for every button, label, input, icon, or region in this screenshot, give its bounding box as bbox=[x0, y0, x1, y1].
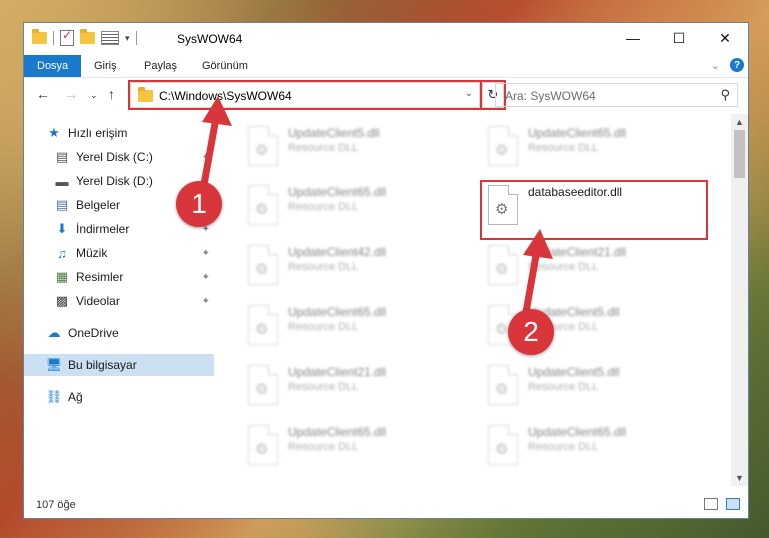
step-badge-2: 2 bbox=[508, 309, 554, 355]
step-badge-1: 1 bbox=[176, 181, 222, 227]
annotation-arrows bbox=[199, 96, 553, 322]
arrow-2 bbox=[521, 229, 553, 322]
arrow-1 bbox=[199, 96, 232, 194]
